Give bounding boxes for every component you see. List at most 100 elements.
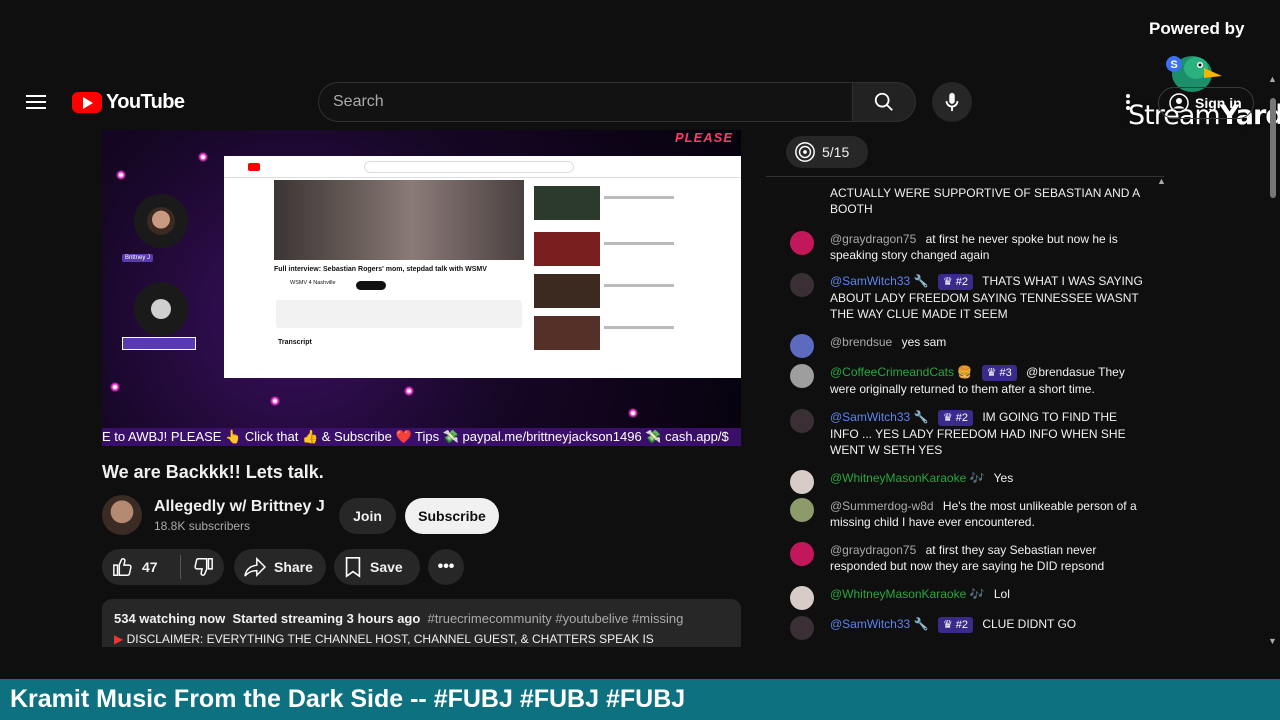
- guest-placeholder-icon: [151, 299, 171, 319]
- shared-video-title: Full interview: Sebastian Rogers' mom, s…: [274, 266, 487, 273]
- video-title: We are Backkk!! Lets talk.: [102, 462, 324, 482]
- shared-subscribe-button: [356, 281, 386, 290]
- chat-message: @SamWitch33 🔧 ♛ #2 THATS WHAT I WAS SAYI…: [766, 273, 1164, 322]
- youtube-logo[interactable]: YouTube: [72, 91, 185, 114]
- avatar: [790, 364, 814, 388]
- more-actions-button[interactable]: •••: [428, 549, 464, 585]
- chat-author[interactable]: @WhitneyMasonKaraoke 🎶: [830, 587, 985, 601]
- guest-camera: [134, 282, 188, 336]
- chat-message: @graydragon75 at first he never spoke bu…: [766, 231, 1164, 263]
- chat-message: @WhitneyMasonKaraoke 🎶 Lol: [766, 586, 1164, 610]
- page-scroll-up-icon[interactable]: ▲: [1268, 74, 1277, 84]
- save-button[interactable]: Save: [334, 549, 420, 585]
- page-scroll-down-icon[interactable]: ▼: [1268, 636, 1277, 646]
- live-chat: ACTUALLY WERE SUPPORTIVE OF SEBASTIAN AN…: [766, 177, 1164, 647]
- sparkle: [116, 170, 126, 180]
- chat-message-text: CLUE DIDNT GO: [982, 617, 1077, 631]
- shared-rec-text: [604, 326, 674, 329]
- shared-channel-name: WSMV 4 Nashville: [290, 280, 336, 286]
- chat-message: @WhitneyMasonKaraoke 🎶 Yes: [766, 470, 1164, 494]
- voice-search-button[interactable]: [932, 82, 972, 122]
- search-button[interactable]: [852, 82, 916, 122]
- avatar: [790, 409, 814, 433]
- video-player[interactable]: PLEASE Full interview: Sebastian Rogers'…: [102, 130, 741, 446]
- avatar: [790, 470, 814, 494]
- shared-rec-thumb: [534, 316, 600, 350]
- member-badge: ♛ #2: [937, 410, 973, 426]
- sparkle: [628, 408, 638, 418]
- chat-message: @graydragon75 at first they say Sebastia…: [766, 542, 1164, 574]
- chat-message: @Summerdog-w8d He's the most unlikeable …: [766, 498, 1164, 530]
- share-icon: [244, 557, 266, 577]
- avatar: [790, 616, 814, 640]
- chat-author[interactable]: @SamWitch33 🔧: [830, 617, 928, 631]
- shared-description: [276, 300, 522, 328]
- shared-rec-thumb: [534, 274, 600, 308]
- disclaimer-body: DISCLAIMER: EVERYTHING THE CHANNEL HOST,…: [126, 632, 654, 646]
- youtube-play-icon: [72, 92, 102, 113]
- chat-message: @CoffeeCrimeandCats 🍔 ♛ #3 @brendasue Th…: [766, 364, 1164, 397]
- chat-author[interactable]: @CoffeeCrimeandCats 🍔: [830, 365, 972, 379]
- powered-by-label: Powered by: [1149, 19, 1245, 38]
- shared-rec-text: [604, 284, 674, 287]
- description-meta: 534 watching now Started streaming 3 hou…: [114, 611, 729, 626]
- chat-message-text: Yes: [993, 471, 1014, 485]
- shared-screen: Full interview: Sebastian Rogers' mom, s…: [224, 156, 741, 378]
- host-camera: [134, 194, 188, 248]
- channel-name[interactable]: Allegedly w/ Brittney J: [154, 498, 325, 516]
- dislike-button[interactable]: [181, 549, 224, 585]
- guest-camera-label: [122, 337, 196, 350]
- chat-counter-text: 5/15: [822, 144, 850, 160]
- sparkle: [110, 382, 120, 392]
- like-dislike-group: 47: [102, 549, 224, 585]
- shared-transcript-heading: Transcript: [278, 339, 312, 346]
- chat-author[interactable]: @Summerdog-w8d: [830, 499, 934, 513]
- share-button[interactable]: Share: [234, 549, 326, 585]
- chat-author[interactable]: @WhitneyMasonKaraoke 🎶: [830, 471, 985, 485]
- shared-rec-thumb: [534, 232, 600, 266]
- avatar: [790, 542, 814, 566]
- save-label: Save: [370, 559, 403, 575]
- shared-screen-topbar: [224, 156, 741, 178]
- avatar: [790, 231, 814, 255]
- hamburger-menu-icon[interactable]: [26, 92, 46, 112]
- description-box[interactable]: 534 watching now Started streaming 3 hou…: [102, 599, 741, 647]
- shared-youtube-logo: [248, 163, 260, 171]
- avatar: [790, 586, 814, 610]
- stream-banner: Kramit Music From the Dark Side -- #FUBJ…: [0, 679, 1280, 720]
- host-face: [147, 207, 175, 235]
- chat-message: @SamWitch33 🔧 ♛ #2 CLUE DIDNT GO: [766, 616, 1164, 640]
- stream-start-time: Started streaming 3 hours ago: [232, 611, 421, 626]
- chat-author[interactable]: @graydragon75: [830, 232, 916, 246]
- chat-author[interactable]: @SamWitch33 🔧: [830, 274, 928, 288]
- disclaimer-text: ▶ DISCLAIMER: EVERYTHING THE CHANNEL HOS…: [114, 632, 729, 646]
- target-icon: [795, 142, 815, 162]
- shared-rec-text: [604, 242, 674, 245]
- shared-rec-thumb: [534, 186, 600, 220]
- chat-message: @brendsue yes sam: [766, 334, 1164, 358]
- settings-more-icon[interactable]: [1126, 94, 1130, 110]
- disclaimer-icon: ▶: [114, 632, 124, 646]
- chat-message: @SamWitch33 🔧 ♛ #2 IM GOING TO FIND THE …: [766, 409, 1164, 458]
- account-icon: [1169, 93, 1189, 113]
- svg-text:S: S: [1170, 59, 1177, 71]
- avatar: [790, 273, 814, 297]
- channel-avatar[interactable]: [102, 495, 142, 535]
- chat-message: ACTUALLY WERE SUPPORTIVE OF SEBASTIAN AN…: [766, 185, 1164, 217]
- chat-author[interactable]: @brendsue: [830, 335, 892, 349]
- sign-in-button[interactable]: Sign in: [1158, 87, 1254, 119]
- youtube-logo-text: YouTube: [106, 91, 185, 113]
- chat-author[interactable]: @SamWitch33 🔧: [830, 410, 928, 424]
- like-button[interactable]: 47: [102, 549, 180, 585]
- more-icon: •••: [437, 558, 455, 575]
- search-input[interactable]: Search: [318, 82, 852, 122]
- hashtags[interactable]: #truecrimecommunity #youtubelive #missin…: [428, 611, 684, 626]
- member-badge: ♛ #2: [937, 617, 973, 633]
- chat-author[interactable]: @graydragon75: [830, 543, 916, 557]
- chat-message-text: Lol: [993, 587, 1010, 601]
- watching-count: 534 watching now: [114, 611, 226, 626]
- join-button[interactable]: Join: [339, 498, 396, 534]
- chat-goal-counter[interactable]: 5/15: [786, 136, 868, 168]
- page-scrollbar-thumb[interactable]: [1270, 98, 1276, 198]
- subscribe-button[interactable]: Subscribe: [405, 498, 499, 534]
